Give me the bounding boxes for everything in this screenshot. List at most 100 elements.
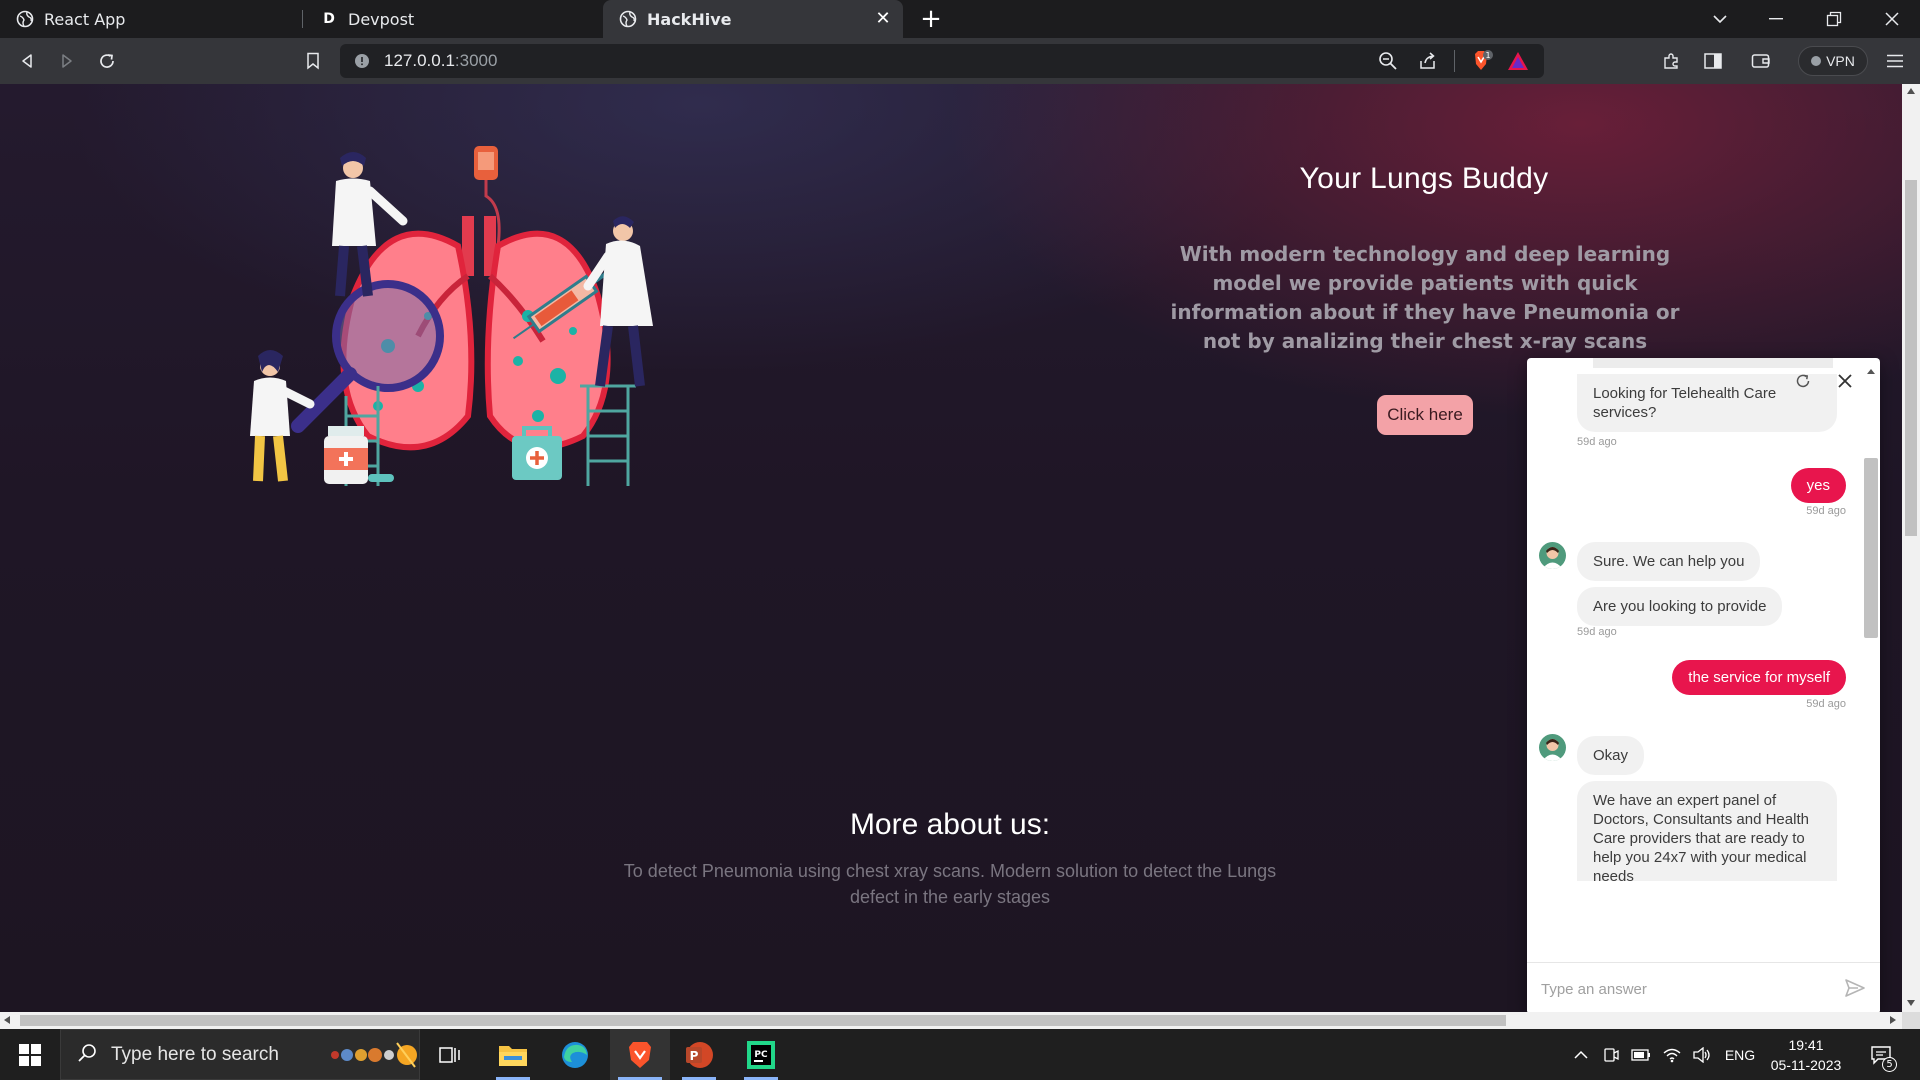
show-hidden-icons-chevron-icon[interactable] xyxy=(1568,1029,1594,1080)
message-timestamp: 59d ago xyxy=(1577,436,1617,448)
scrollbar-thumb[interactable] xyxy=(20,1015,1506,1026)
tab-devpost[interactable]: D Devpost xyxy=(304,0,600,38)
chat-header-tools xyxy=(1790,368,1858,394)
scroll-down-arrow-icon xyxy=(1907,1000,1915,1006)
chat-widget: Looking for Telehealth Care services? 59… xyxy=(1527,358,1880,1012)
back-arrow-icon[interactable] xyxy=(12,46,42,76)
language-label: ENG xyxy=(1724,1046,1756,1063)
edge-browser-icon[interactable] xyxy=(550,1029,600,1080)
bookmark-icon[interactable] xyxy=(298,46,328,76)
close-icon[interactable] xyxy=(1832,368,1858,394)
globe-icon xyxy=(619,10,637,28)
brave-browser-icon[interactable] xyxy=(610,1029,670,1080)
tab-search-chevron-icon[interactable] xyxy=(1692,0,1748,38)
wifi-icon[interactable] xyxy=(1658,1029,1686,1080)
screen: React App D Devpost HackHive ✕ + 127.0.0… xyxy=(0,0,1920,1080)
globe-icon xyxy=(16,10,34,28)
chat-message-agent: We have an expert panel of Doctors, Cons… xyxy=(1577,781,1837,881)
chat-message-user: yes xyxy=(1790,468,1846,503)
language-indicator[interactable]: ENG xyxy=(1722,1029,1758,1080)
page-content: Your Lungs Buddy With modern technology … xyxy=(0,84,1902,1012)
zoom-icon[interactable] xyxy=(1378,51,1398,75)
omnibox-divider xyxy=(1454,50,1455,72)
meet-now-icon[interactable] xyxy=(1598,1029,1624,1080)
chat-messages[interactable]: Looking for Telehealth Care services? 59… xyxy=(1527,358,1880,958)
battery-icon[interactable] xyxy=(1627,1029,1655,1080)
message-timestamp: 59d ago xyxy=(1806,698,1846,710)
powerpoint-icon[interactable]: P xyxy=(674,1029,724,1080)
answer-input[interactable] xyxy=(1541,977,1831,1001)
hero-title: Your Lungs Buddy xyxy=(1299,162,1549,195)
refresh-icon[interactable] xyxy=(1790,368,1816,394)
wallet-icon[interactable] xyxy=(1746,46,1776,76)
svg-text:P: P xyxy=(690,1049,699,1063)
vpn-status-icon xyxy=(1811,56,1822,66)
scrollbar-thumb[interactable] xyxy=(1905,180,1917,536)
tab-label: React App xyxy=(44,9,126,29)
devpost-d-icon: D xyxy=(323,11,335,27)
hero-description: With modern technology and deep learning… xyxy=(1170,242,1680,353)
system-clock[interactable]: 19:41 05-11-2023 xyxy=(1754,1035,1858,1075)
scroll-up-arrow-icon[interactable] xyxy=(1866,360,1876,374)
message-timestamp: 59d ago xyxy=(1806,505,1846,517)
svg-text:1: 1 xyxy=(1485,51,1490,60)
vpn-button[interactable]: VPN xyxy=(1798,46,1868,76)
chat-input-area xyxy=(1527,962,1880,1012)
windows-start-icon[interactable] xyxy=(0,1029,60,1080)
search-placeholder: Type here to search xyxy=(111,1043,279,1065)
page-horizontal-scrollbar[interactable] xyxy=(0,1012,1902,1029)
chat-message-user: the service for myself xyxy=(1672,660,1846,695)
url-text: 127.0.0.1:3000 xyxy=(384,51,498,70)
browser-toolbar: 127.0.0.1:3000 1 VPN xyxy=(0,38,1920,84)
close-tab-icon[interactable]: ✕ xyxy=(873,9,893,29)
chat-message-agent: Sure. We can help you xyxy=(1577,542,1761,581)
restore-window-icon[interactable] xyxy=(1806,0,1862,38)
clock-time: 19:41 xyxy=(1788,1037,1824,1053)
about-heading: More about us: xyxy=(849,808,1051,841)
menu-hamburger-icon[interactable] xyxy=(1880,46,1910,76)
scroll-up-arrow-icon xyxy=(1907,88,1915,94)
notifications-icon[interactable] xyxy=(1862,1029,1900,1080)
vpn-label: VPN xyxy=(1826,53,1855,69)
scrollbar-corner xyxy=(1902,1012,1920,1029)
lungs-doctors-illustration xyxy=(250,146,653,486)
windows-taskbar: Type here to search P PC ENG 19:41 05-11… xyxy=(0,1029,1920,1080)
address-bar[interactable]: 127.0.0.1:3000 1 xyxy=(340,44,1544,78)
taskbar-search-box[interactable]: Type here to search xyxy=(60,1029,420,1080)
tab-react-app[interactable]: React App xyxy=(0,0,300,38)
forward-arrow-icon[interactable] xyxy=(52,46,82,76)
about-description: To detect Pneumonia using chest xray sca… xyxy=(623,861,1277,907)
page-vertical-scrollbar[interactable] xyxy=(1902,84,1920,1012)
tab-divider xyxy=(302,10,303,28)
chat-message-agent: Are you looking to provide xyxy=(1577,587,1783,626)
chat-prev-message-edge xyxy=(1593,358,1833,368)
search-highlight-planets-icon xyxy=(325,1038,417,1076)
message-timestamp: 59d ago xyxy=(1577,626,1617,638)
chat-scrollbar-thumb[interactable] xyxy=(1864,458,1878,638)
close-window-icon[interactable] xyxy=(1864,0,1920,38)
scroll-right-arrow-icon xyxy=(1890,1016,1896,1024)
pycharm-icon[interactable]: PC xyxy=(736,1029,786,1080)
agent-avatar xyxy=(1539,542,1566,569)
notification-count-badge: 5 xyxy=(1882,1057,1897,1072)
brave-rewards-icon[interactable] xyxy=(1506,50,1530,76)
minimize-window-icon[interactable] xyxy=(1748,0,1804,38)
tab-label: Devpost xyxy=(348,9,415,29)
reload-icon[interactable] xyxy=(92,46,122,76)
svg-text:PC: PC xyxy=(754,1050,768,1060)
click-here-button[interactable]: Click here xyxy=(1377,395,1473,435)
agent-avatar xyxy=(1539,734,1566,761)
send-icon[interactable] xyxy=(1844,977,1868,1001)
chat-message-agent: Okay xyxy=(1577,736,1645,775)
task-view-icon[interactable] xyxy=(428,1029,472,1080)
share-icon[interactable] xyxy=(1418,51,1438,75)
file-explorer-icon[interactable] xyxy=(488,1029,538,1080)
tab-hackhive[interactable]: HackHive ✕ xyxy=(603,0,903,38)
volume-icon[interactable] xyxy=(1688,1029,1716,1080)
new-tab-button[interactable]: + xyxy=(916,4,946,34)
site-info-icon[interactable] xyxy=(354,53,370,73)
sidebar-toggle-icon[interactable] xyxy=(1698,46,1728,76)
brave-shields-icon[interactable]: 1 xyxy=(1468,49,1494,77)
extensions-icon[interactable] xyxy=(1656,46,1686,76)
scroll-left-arrow-icon xyxy=(4,1016,10,1024)
